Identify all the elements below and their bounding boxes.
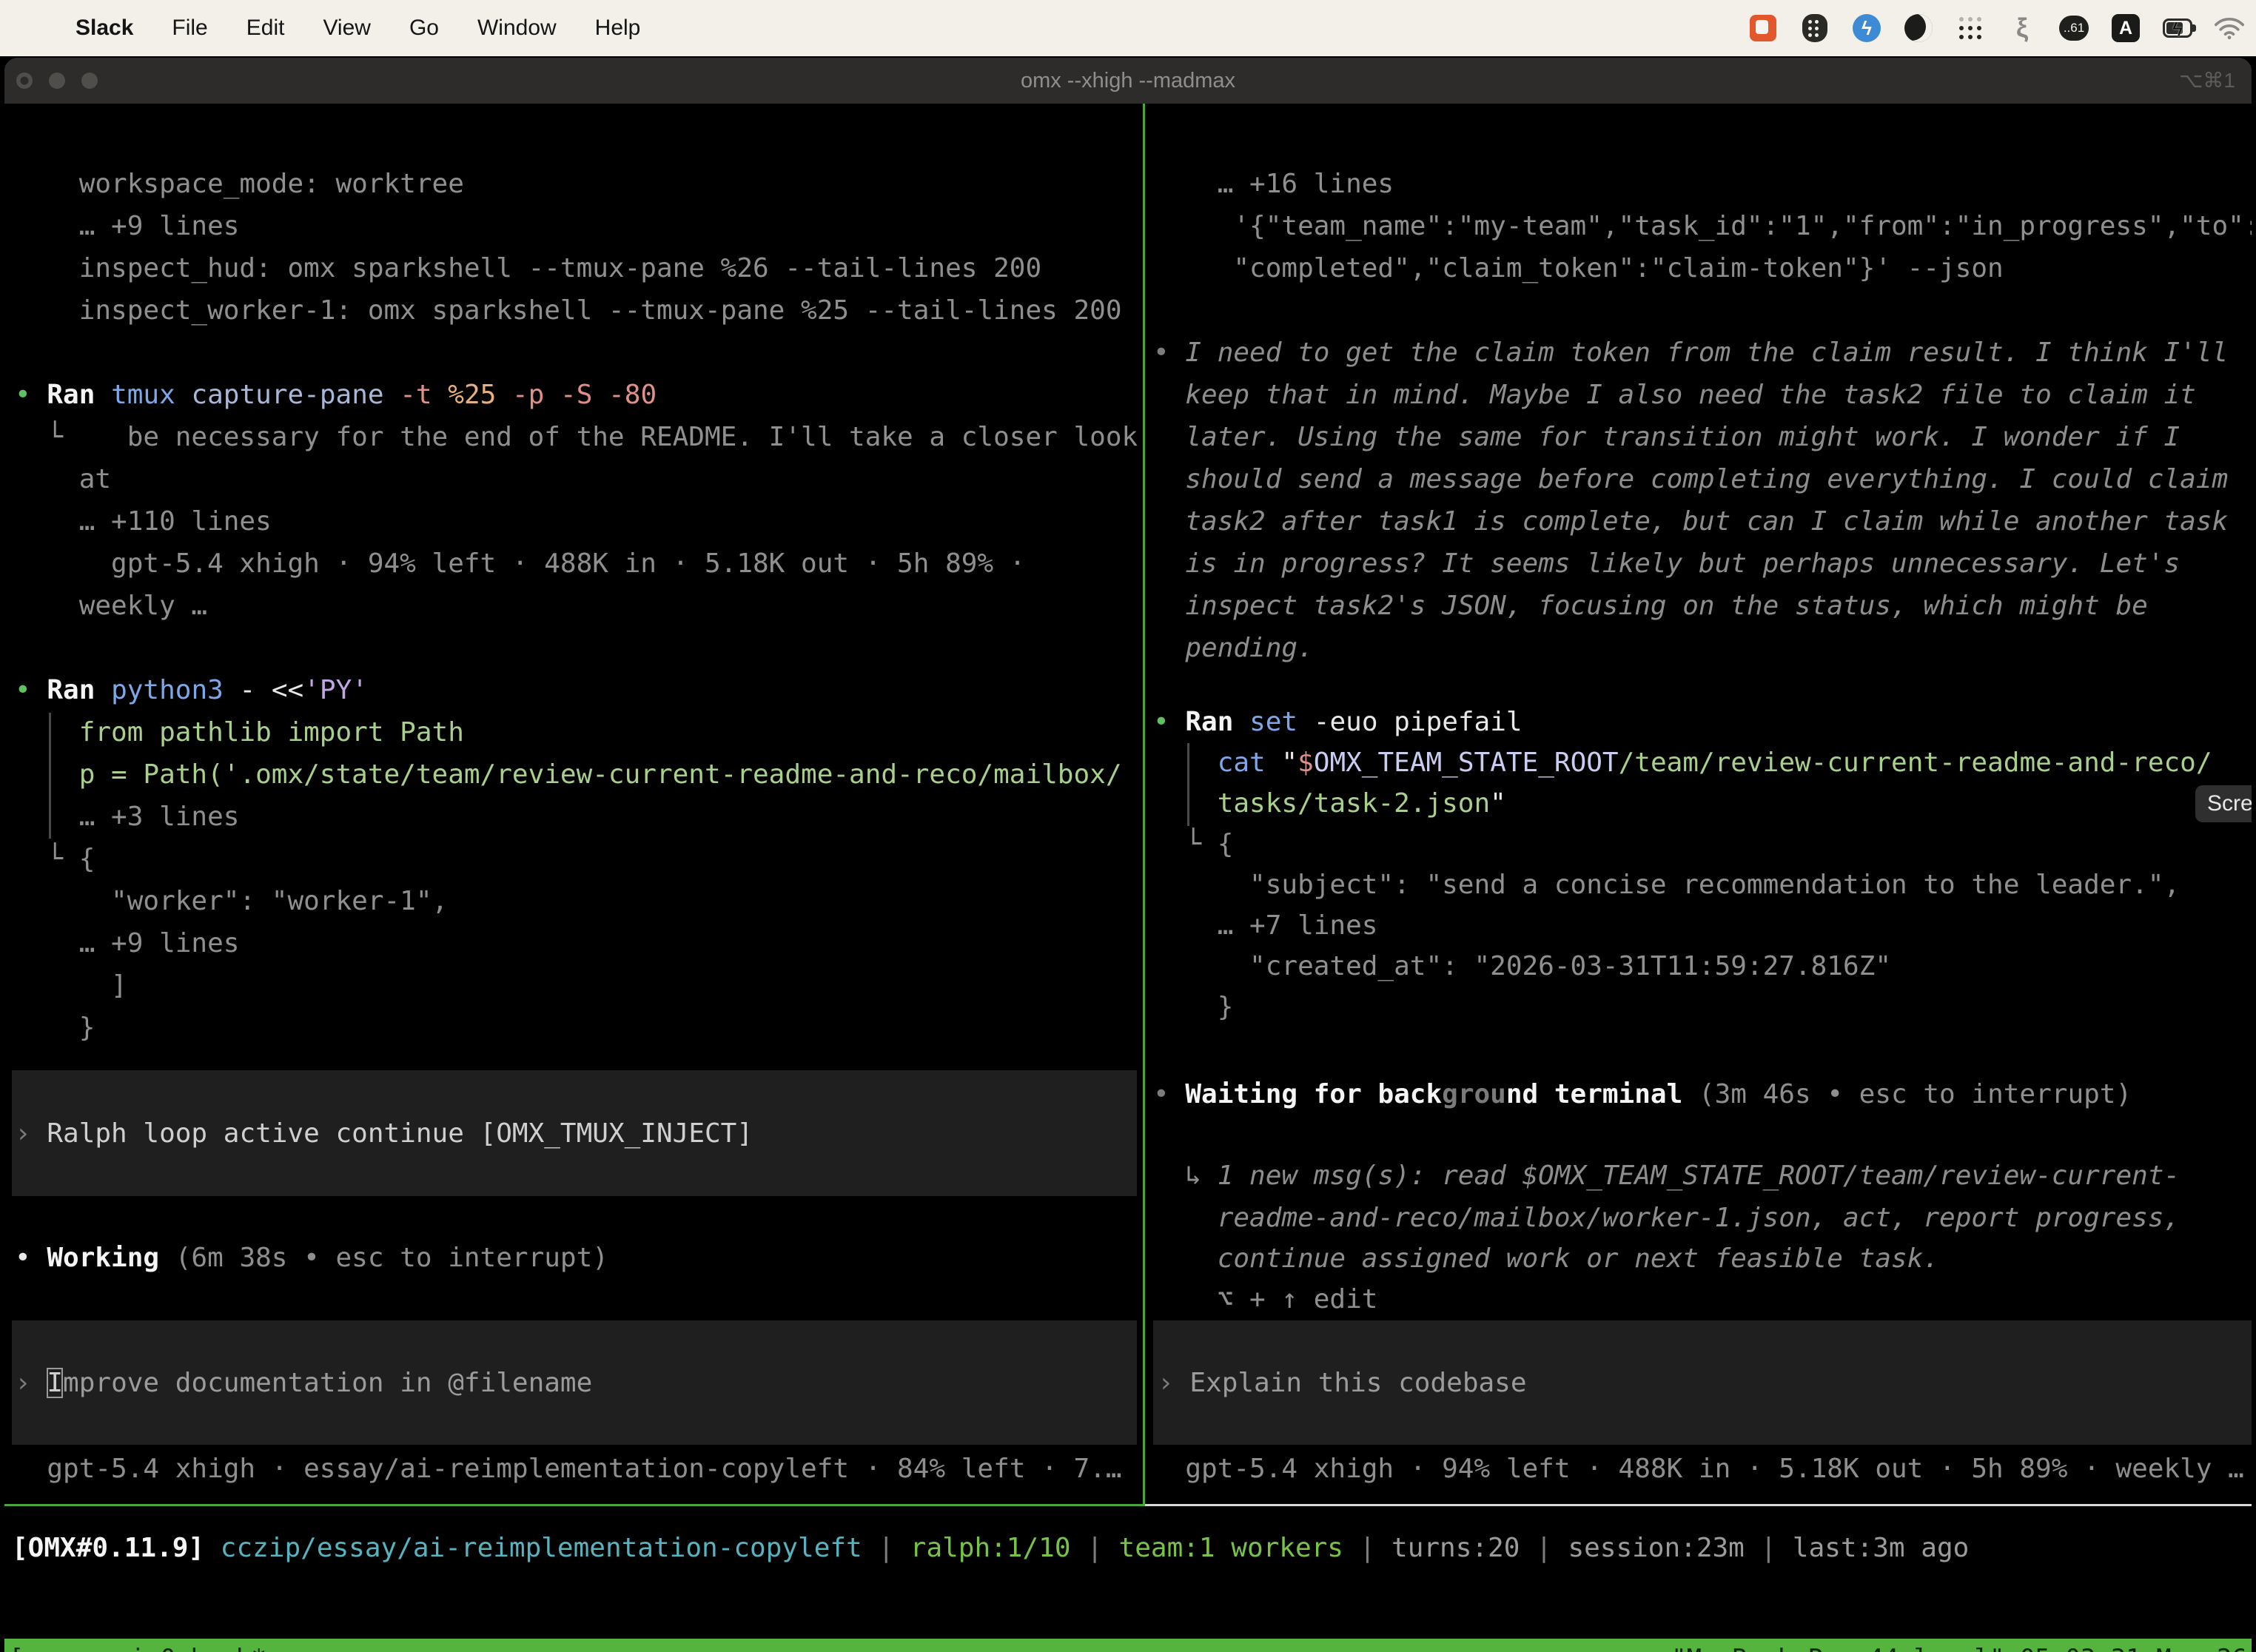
prompt-line: › Improve documentation in @filename xyxy=(12,1362,592,1404)
terminal-line: "created_at": "2026-03-31T11:59:27.816Z" xyxy=(1153,945,1891,987)
terminal-line: ] xyxy=(15,964,127,1007)
terminal-line: gpt-5.4 xhigh · 94% left · 488K in · 5.1… xyxy=(15,543,1025,585)
terminal-line: • Working (6m 38s • esc to interrupt) xyxy=(15,1237,608,1279)
dots-grid-icon[interactable] xyxy=(1955,13,1985,43)
menu-items: Slack File Edit View Go Window Help xyxy=(37,16,640,41)
left-prompt-input[interactable]: › Improve documentation in @filename xyxy=(12,1320,1137,1445)
terminal-content: workspace_mode: worktree … +9 lines insp… xyxy=(4,104,2252,1652)
terminal-line: workspace_mode: worktree xyxy=(15,163,464,205)
menu-item-file[interactable]: File xyxy=(172,16,207,41)
prompt-line: › Ralph loop active continue [OMX_TMUX_I… xyxy=(12,1112,753,1155)
menu-item-view[interactable]: View xyxy=(323,16,370,41)
menu-item-edit[interactable]: Edit xyxy=(246,16,285,41)
terminal-line: … +110 lines xyxy=(15,500,272,543)
terminal-line: └ { xyxy=(1153,823,1233,865)
terminal-line: ⌥ + ↑ edit xyxy=(1153,1278,1377,1320)
terminal-line: readme-and-reco/mailbox/worker-1.json, a… xyxy=(1153,1197,2180,1239)
ralph-loop-input[interactable]: › Ralph loop active continue [OMX_TMUX_I… xyxy=(12,1070,1137,1196)
tmux-session-label: [omx-cczip0:bash* xyxy=(9,1639,266,1652)
menu-bar: Slack File Edit View Go Window Help ϟ ξ ..61 A xyxy=(0,0,2256,56)
grid-shield-icon[interactable] xyxy=(1800,13,1830,43)
terminal-line: … +16 lines xyxy=(1153,163,1394,205)
terminal-line: └ be necessary for the end of the README… xyxy=(15,416,1138,458)
terminal-line: … +7 lines xyxy=(1153,904,1377,947)
screen-overlay-button[interactable]: Scre xyxy=(2195,785,2252,822)
terminal-line: weekly … xyxy=(15,585,207,627)
terminal-line: … +9 lines xyxy=(15,205,239,247)
left-pane-border xyxy=(4,1504,1143,1506)
keyboard-layout-icon[interactable]: A xyxy=(2111,13,2141,43)
terminal-line: p = Path('.omx/state/team/review-current… xyxy=(15,753,1122,796)
terminal-line: └ { xyxy=(15,838,95,880)
left-terminal-pane[interactable]: workspace_mode: worktree … +9 lines insp… xyxy=(4,104,1143,1506)
terminal-line: • Waiting for background terminal (3m 46… xyxy=(1153,1073,2132,1115)
terminal-line: "completed","claim_token":"claim-token"}… xyxy=(1153,247,2004,289)
terminal-line: cat "$OMX_TEAM_STATE_ROOT/team/review-cu… xyxy=(1153,742,2212,784)
terminal-line: '{"team_name":"my-team","task_id":"1","f… xyxy=(1153,205,2252,247)
terminal-line: continue assigned work or next feasible … xyxy=(1153,1238,1939,1280)
terminal-line: • Ran set -euo pipefail xyxy=(1153,701,1523,743)
window-title: omx --xhigh --madmax xyxy=(4,58,2252,104)
menu-item-slack[interactable]: Slack xyxy=(75,16,133,41)
terminal-line: keep that in mind. Maybe I also need the… xyxy=(1153,374,2196,416)
right-prompt-input[interactable]: › Explain this codebase xyxy=(1153,1320,2252,1445)
screen-overlay-label: Scre xyxy=(2207,791,2252,816)
bolt-badge-icon[interactable]: ϟ xyxy=(1852,13,1881,43)
wifi-icon[interactable] xyxy=(2215,13,2244,43)
terminal-line: inspect_hud: omx sparkshell --tmux-pane … xyxy=(15,247,1041,289)
terminal-line: tasks/task-2.json" xyxy=(1153,782,1506,825)
window-title-bar[interactable]: omx --xhigh --madmax ⌥⌘1 xyxy=(4,58,2252,104)
terminal-line: … +9 lines xyxy=(15,922,239,964)
terminal-line: inspect_worker-1: omx sparkshell --tmux-… xyxy=(15,289,1122,332)
battery-icon[interactable] xyxy=(2163,13,2192,43)
terminal-line: task2 after task1 is complete, but can I… xyxy=(1153,500,2228,543)
terminal-line: } xyxy=(15,1007,95,1049)
right-pane-status-line: gpt-5.4 xhigh · 94% left · 488K in · 5.1… xyxy=(1153,1448,2252,1490)
terminal-line: • Ran python3 - <<'PY' xyxy=(15,669,368,711)
screen: Slack File Edit View Go Window Help ϟ ξ ..61 A om… xyxy=(0,0,2256,1652)
terminal-line: pending. xyxy=(1153,627,1314,669)
menu-item-go[interactable]: Go xyxy=(409,16,439,41)
right-pane-border xyxy=(1145,1504,2252,1506)
tmux-status-bar: [omx-cczip0:bash* "MacBook-Pro-44.local"… xyxy=(4,1639,2252,1652)
terminal-line: ↳ 1 new msg(s): read $OMX_TEAM_STATE_ROO… xyxy=(1153,1155,2180,1197)
terminal-line: "subject": "send a concise recommendatio… xyxy=(1153,864,2180,906)
pane-divider[interactable] xyxy=(1143,104,1145,1506)
menu-item-help[interactable]: Help xyxy=(595,16,641,41)
terminal-window: omx --xhigh --madmax ⌥⌘1 workspace_mode:… xyxy=(4,58,2252,1652)
terminal-line: } xyxy=(1153,986,1233,1028)
window-shortcut-hint: ⌥⌘1 xyxy=(2179,58,2235,104)
right-terminal-pane[interactable]: … +16 lines '{"team_name":"my-team","tas… xyxy=(1153,104,2252,1506)
omx-status-bar: [OMX#0.11.9] cczip/essay/ai-reimplementa… xyxy=(12,1527,1969,1569)
seahorse-icon[interactable]: ξ xyxy=(2007,13,2037,43)
crescent-icon[interactable] xyxy=(1904,13,1933,43)
terminal-line: from pathlib import Path xyxy=(15,711,464,753)
count-61-badge-icon[interactable]: ..61 xyxy=(2059,13,2089,43)
tmux-host-clock: "MacBook-Pro-44.local" 05:03 31-Mar-26 xyxy=(1671,1639,2247,1652)
code-block-connector xyxy=(1187,743,1189,826)
terminal-line: "worker": "worker-1", xyxy=(15,880,448,922)
left-pane-status-line: gpt-5.4 xhigh · essay/ai-reimplementatio… xyxy=(15,1448,1122,1490)
terminal-line: • I need to get the claim token from the… xyxy=(1153,332,2228,374)
terminal-line: inspect task2's JSON, focusing on the st… xyxy=(1153,585,2148,627)
terminal-line: at xyxy=(15,458,111,500)
menu-status-icons: ϟ ξ ..61 A xyxy=(1748,0,2244,56)
terminal-line: is in progress? It seems likely but perh… xyxy=(1153,543,2180,585)
text-cursor: I xyxy=(47,1368,63,1398)
code-block-connector xyxy=(49,713,51,839)
menu-item-window[interactable]: Window xyxy=(477,16,557,41)
chat-icon[interactable] xyxy=(1748,13,1778,43)
terminal-line: later. Using the same for transition mig… xyxy=(1153,416,2180,458)
prompt-line: › Explain this codebase xyxy=(1153,1362,1527,1404)
terminal-line: • Ran tmux capture-pane -t %25 -p -S -80 xyxy=(15,374,657,416)
terminal-line: should send a message before completing … xyxy=(1153,458,2228,500)
